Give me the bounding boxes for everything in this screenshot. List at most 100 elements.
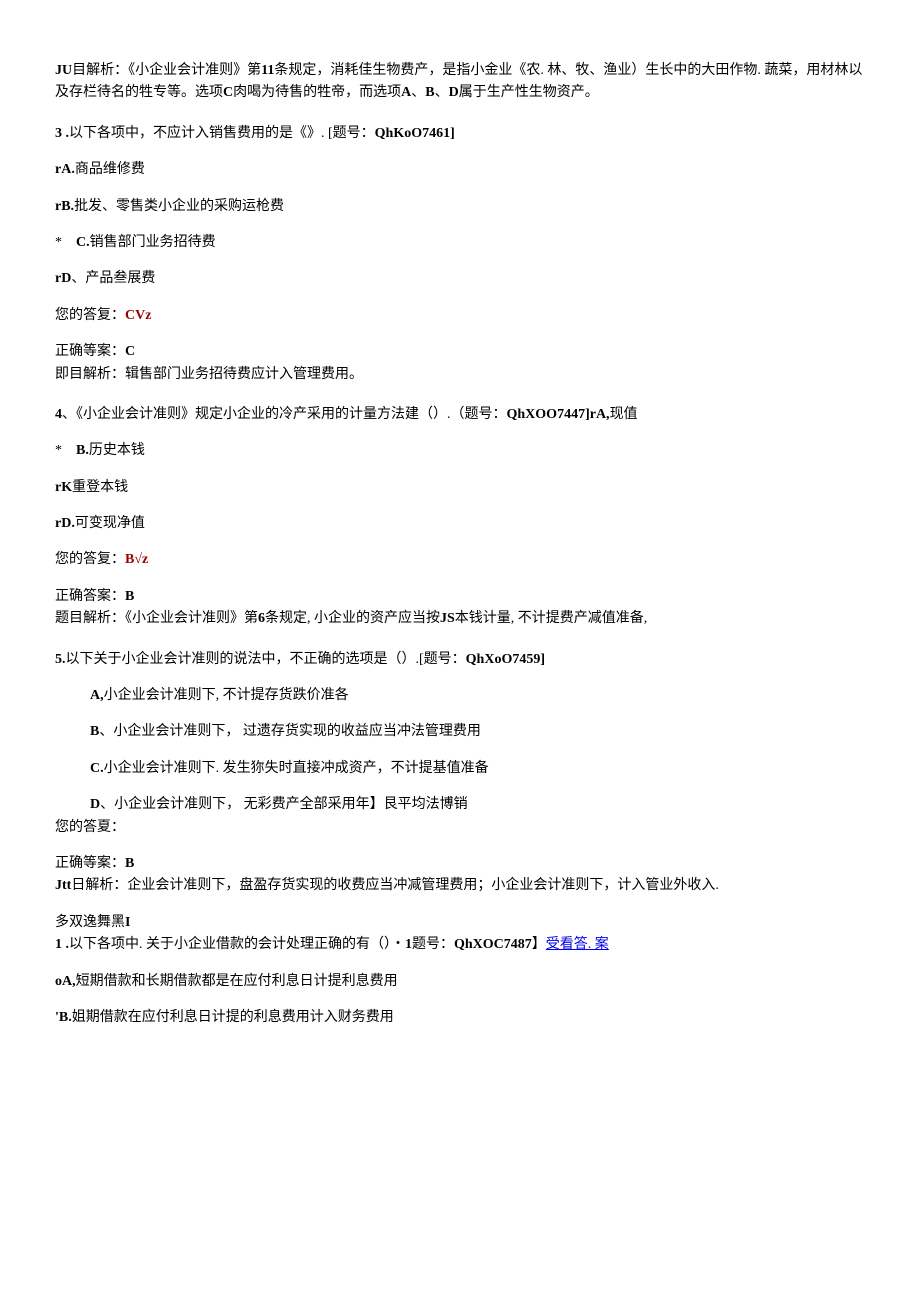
your-answer-label: 您的答复： — [55, 552, 125, 567]
text: 、 — [411, 85, 425, 100]
q5-correct-answer: 正确等案：B — [55, 853, 865, 875]
text: A — [401, 85, 411, 100]
q5-analysis: Jtt日解析：企业会计准则下，盘盈存货实现的收费应当冲减管理费用；小企业会计准则… — [55, 875, 865, 897]
option-label: B. — [59, 1010, 72, 1025]
q4-option-b: * B.历史本钱 — [55, 440, 865, 462]
multi-header-text: 多双逸舞黑 — [55, 915, 125, 930]
option-text: 、小企业会计准则下， 无彩费产全部采用年】艮平均法博销 — [100, 797, 468, 812]
option-label: D. — [61, 516, 75, 531]
analysis-label: Jtt — [55, 878, 71, 893]
text: 11 — [261, 63, 274, 78]
option-text: 、小企业会计准则下， 过遗存货实现的收益应当冲法管理费用 — [99, 724, 481, 739]
option-text: 可变现净值 — [75, 516, 145, 531]
q3-analysis: 即目解析：辑售部门业务招待费应计入管理费用。 — [55, 364, 865, 386]
text: 、 — [435, 85, 449, 100]
option-prefix: * — [55, 235, 76, 250]
text: C — [223, 85, 233, 100]
analysis-label: JU — [55, 63, 72, 78]
q5-number: 5. — [55, 652, 66, 667]
option-label: C. — [76, 235, 90, 250]
q3-option-b: rB.批发、零售类小企业的采购运枪费 — [55, 196, 865, 218]
analysis-text: 即目解析：辑售部门业务招待费应计入管理费用。 — [55, 367, 363, 382]
q1-code: QhXOC7487 — [454, 937, 532, 952]
option-label: K — [61, 480, 72, 495]
analysis-text: 日解析：企业会计准则下，盘盈存货实现的收费应当冲减管理费用；小企业会计准则下，计… — [71, 878, 719, 893]
q3-option-d: rD、产品叁展费 — [55, 268, 865, 290]
q5-code: QhXoO7459] — [466, 652, 545, 667]
q3-stem: 3 .以下各项中，不应计入销售费用的是《》. [题号：QhKoO7461] — [55, 123, 865, 145]
correct-value: B — [125, 589, 134, 604]
option-text: 销售部门业务招待费 — [90, 235, 216, 250]
q3-text: 以下各项中，不应计入销售费用的是《》. [题号： — [69, 126, 375, 141]
correct-label: 正确等案： — [55, 344, 125, 359]
q5-option-c: C.小企业会计准则下. 发生狝失时直接冲成资产，不计提基值准备 — [55, 758, 865, 780]
your-answer-label: 您的答复： — [55, 308, 125, 323]
correct-value: B — [125, 856, 134, 871]
option-text: 商品维修费 — [75, 162, 145, 177]
analysis-text: 条规定, 小企业的资产应当按 — [265, 611, 440, 626]
option-text: 短期借款和长期借款都是在应付利息日计提利息费用 — [76, 974, 398, 989]
option-text: 小企业会计准则下, 不计提存货跌价准各 — [104, 688, 349, 703]
q5-your-answer: 您的答夏： — [55, 817, 865, 839]
option-label: B. — [76, 443, 89, 458]
text: D — [449, 85, 459, 100]
your-answer-label: 您的答夏： — [55, 820, 125, 835]
option-label: A. — [61, 162, 75, 177]
q1-text: 以下各项中. 关于小企业借款的会计处理正确的有（）・ — [69, 937, 405, 952]
q4-code: QhXOO7447]rA, — [507, 407, 610, 422]
analysis-text: 题目解析：《小企业会计准则》第 — [55, 611, 258, 626]
view-answer-link[interactable]: 受看答. 案 — [546, 937, 609, 952]
q4-correct-answer: 正确答案：B — [55, 586, 865, 608]
correct-label: 正确答案： — [55, 589, 125, 604]
q5-option-d: D、小企业会计准则下， 无彩费产全部采用年】艮平均法博销 — [55, 794, 865, 816]
q3-code: QhKoO7461] — [375, 126, 455, 141]
q3-option-a: rA.商品维修费 — [55, 159, 865, 181]
q1-bracket: 】 — [532, 937, 546, 952]
q3-your-answer: 您的答复：CVz — [55, 305, 865, 327]
option-label: A, — [62, 974, 76, 989]
q4-number: 4 — [55, 407, 62, 422]
text: 肉喝为待售的牲帝，而选项 — [233, 85, 401, 100]
option-label: A, — [90, 688, 104, 703]
your-answer-value: B√z — [125, 552, 148, 567]
option-text: 、产品叁展费 — [71, 271, 155, 286]
q4-option-c: rK重登本钱 — [55, 477, 865, 499]
option-text: 小企业会计准则下. 发生狝失时直接冲成资产，不计提基值准备 — [104, 761, 489, 776]
q3-correct-answer: 正确等案：C — [55, 341, 865, 363]
multi-header: 多双逸舞黑I — [55, 912, 865, 934]
option-label: B. — [61, 199, 74, 214]
multi-header-bold: I — [125, 915, 130, 930]
text: 目解析：《小企业会计准则》第 — [72, 63, 261, 78]
q4-your-answer: 您的答复：B√z — [55, 549, 865, 571]
option-text: 姐期借款在应付利息日计提的利息费用计入财务费用 — [72, 1010, 394, 1025]
q4-text: 、《小企业会计准则》规定小企业的冷产采用的计量方法建（）.（题号： — [62, 407, 507, 422]
option-text: 历史本钱 — [89, 443, 145, 458]
multi-q1-option-b: 'B.姐期借款在应付利息日计提的利息费用计入财务费用 — [55, 1007, 865, 1029]
text: 属于生产性生物资产。 — [459, 85, 599, 100]
option-label: D — [61, 271, 71, 286]
option-label: D — [90, 797, 100, 812]
correct-label: 正确等案： — [55, 856, 125, 871]
q5-option-a: A,小企业会计准则下, 不计提存货跌价准各 — [55, 685, 865, 707]
option-label: B — [90, 724, 99, 739]
q4-tail: 现值 — [610, 407, 638, 422]
analysis-text: 本钱计量, 不计提费产减值准备, — [455, 611, 648, 626]
q5-text: 以下关于小企业会计准则的说法中，不正确的选项是（）.[题号： — [66, 652, 466, 667]
q1-text2: 题号： — [412, 937, 454, 952]
option-text: 批发、零售类小企业的采购运枪费 — [74, 199, 284, 214]
option-text: 重登本钱 — [72, 480, 128, 495]
q4-analysis: 题目解析：《小企业会计准则》第6条规定, 小企业的资产应当按JS本钱计量, 不计… — [55, 608, 865, 630]
q5-stem: 5.以下关于小企业会计准则的说法中，不正确的选项是（）.[题号：QhXoO745… — [55, 649, 865, 671]
intro-analysis: JU目解析：《小企业会计准则》第11条规定，消耗佳生物费产，是指小金业《农. 林… — [55, 60, 865, 105]
q3-number: 3 . — [55, 126, 69, 141]
option-label: C. — [90, 761, 104, 776]
q4-stem: 4、《小企业会计准则》规定小企业的冷产采用的计量方法建（）.（题号：QhXOO7… — [55, 404, 865, 426]
text: B — [425, 85, 434, 100]
q3-option-c: * C.销售部门业务招待费 — [55, 232, 865, 254]
option-prefix: o — [55, 974, 62, 989]
q4-option-d: rD.可变现净值 — [55, 513, 865, 535]
your-answer-value: CVz — [125, 308, 151, 323]
q1-number: 1 . — [55, 937, 69, 952]
q1-b: 1 — [405, 937, 412, 952]
multi-q1-option-a: oA,短期借款和长期借款都是在应付利息日计提利息费用 — [55, 971, 865, 993]
